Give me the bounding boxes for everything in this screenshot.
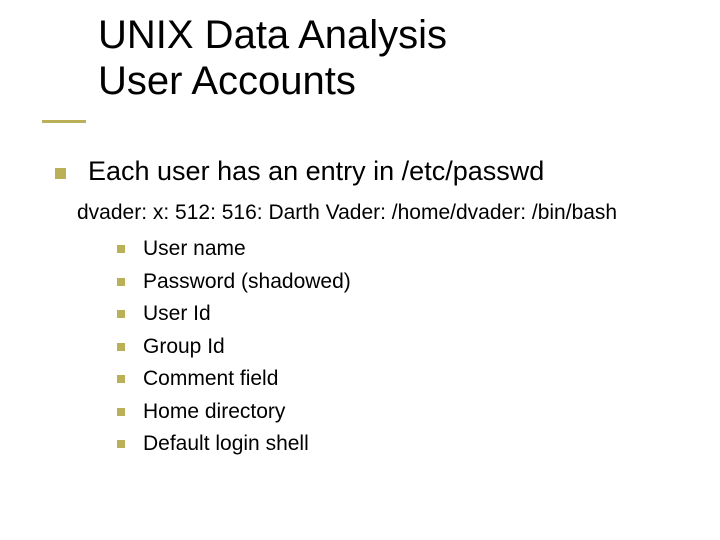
field-list: User name Password (shadowed) User Id Gr… — [117, 233, 675, 461]
field-item: User name — [117, 233, 675, 266]
slide-title: UNIX Data Analysis User Accounts — [98, 12, 447, 104]
field-item: Home directory — [117, 396, 675, 429]
slide: UNIX Data Analysis User Accounts Each us… — [0, 0, 720, 540]
title-line-1: UNIX Data Analysis — [98, 12, 447, 58]
square-bullet-icon — [117, 440, 125, 448]
main-point-text: Each user has an entry in /etc/passwd — [88, 155, 544, 189]
field-label: Default login shell — [143, 428, 309, 461]
field-label: User name — [143, 233, 246, 266]
square-bullet-icon — [117, 245, 125, 253]
field-item: Default login shell — [117, 428, 675, 461]
title-accent-bar — [42, 120, 86, 123]
square-bullet-icon — [117, 408, 125, 416]
field-label: User Id — [143, 298, 211, 331]
square-bullet-icon — [117, 343, 125, 351]
square-bullet-icon — [55, 168, 66, 179]
field-item: Group Id — [117, 331, 675, 364]
field-item: Comment field — [117, 363, 675, 396]
passwd-example-line: dvader: x: 512: 516: Darth Vader: /home/… — [77, 199, 675, 227]
square-bullet-icon — [117, 278, 125, 286]
bullet-main: Each user has an entry in /etc/passwd — [55, 155, 675, 189]
square-bullet-icon — [117, 310, 125, 318]
field-item: Password (shadowed) — [117, 266, 675, 299]
field-item: User Id — [117, 298, 675, 331]
slide-body: Each user has an entry in /etc/passwd dv… — [55, 155, 675, 461]
title-line-2: User Accounts — [98, 58, 447, 104]
field-label: Group Id — [143, 331, 225, 364]
square-bullet-icon — [117, 375, 125, 383]
field-label: Comment field — [143, 363, 278, 396]
field-label: Home directory — [143, 396, 285, 429]
field-label: Password (shadowed) — [143, 266, 351, 299]
